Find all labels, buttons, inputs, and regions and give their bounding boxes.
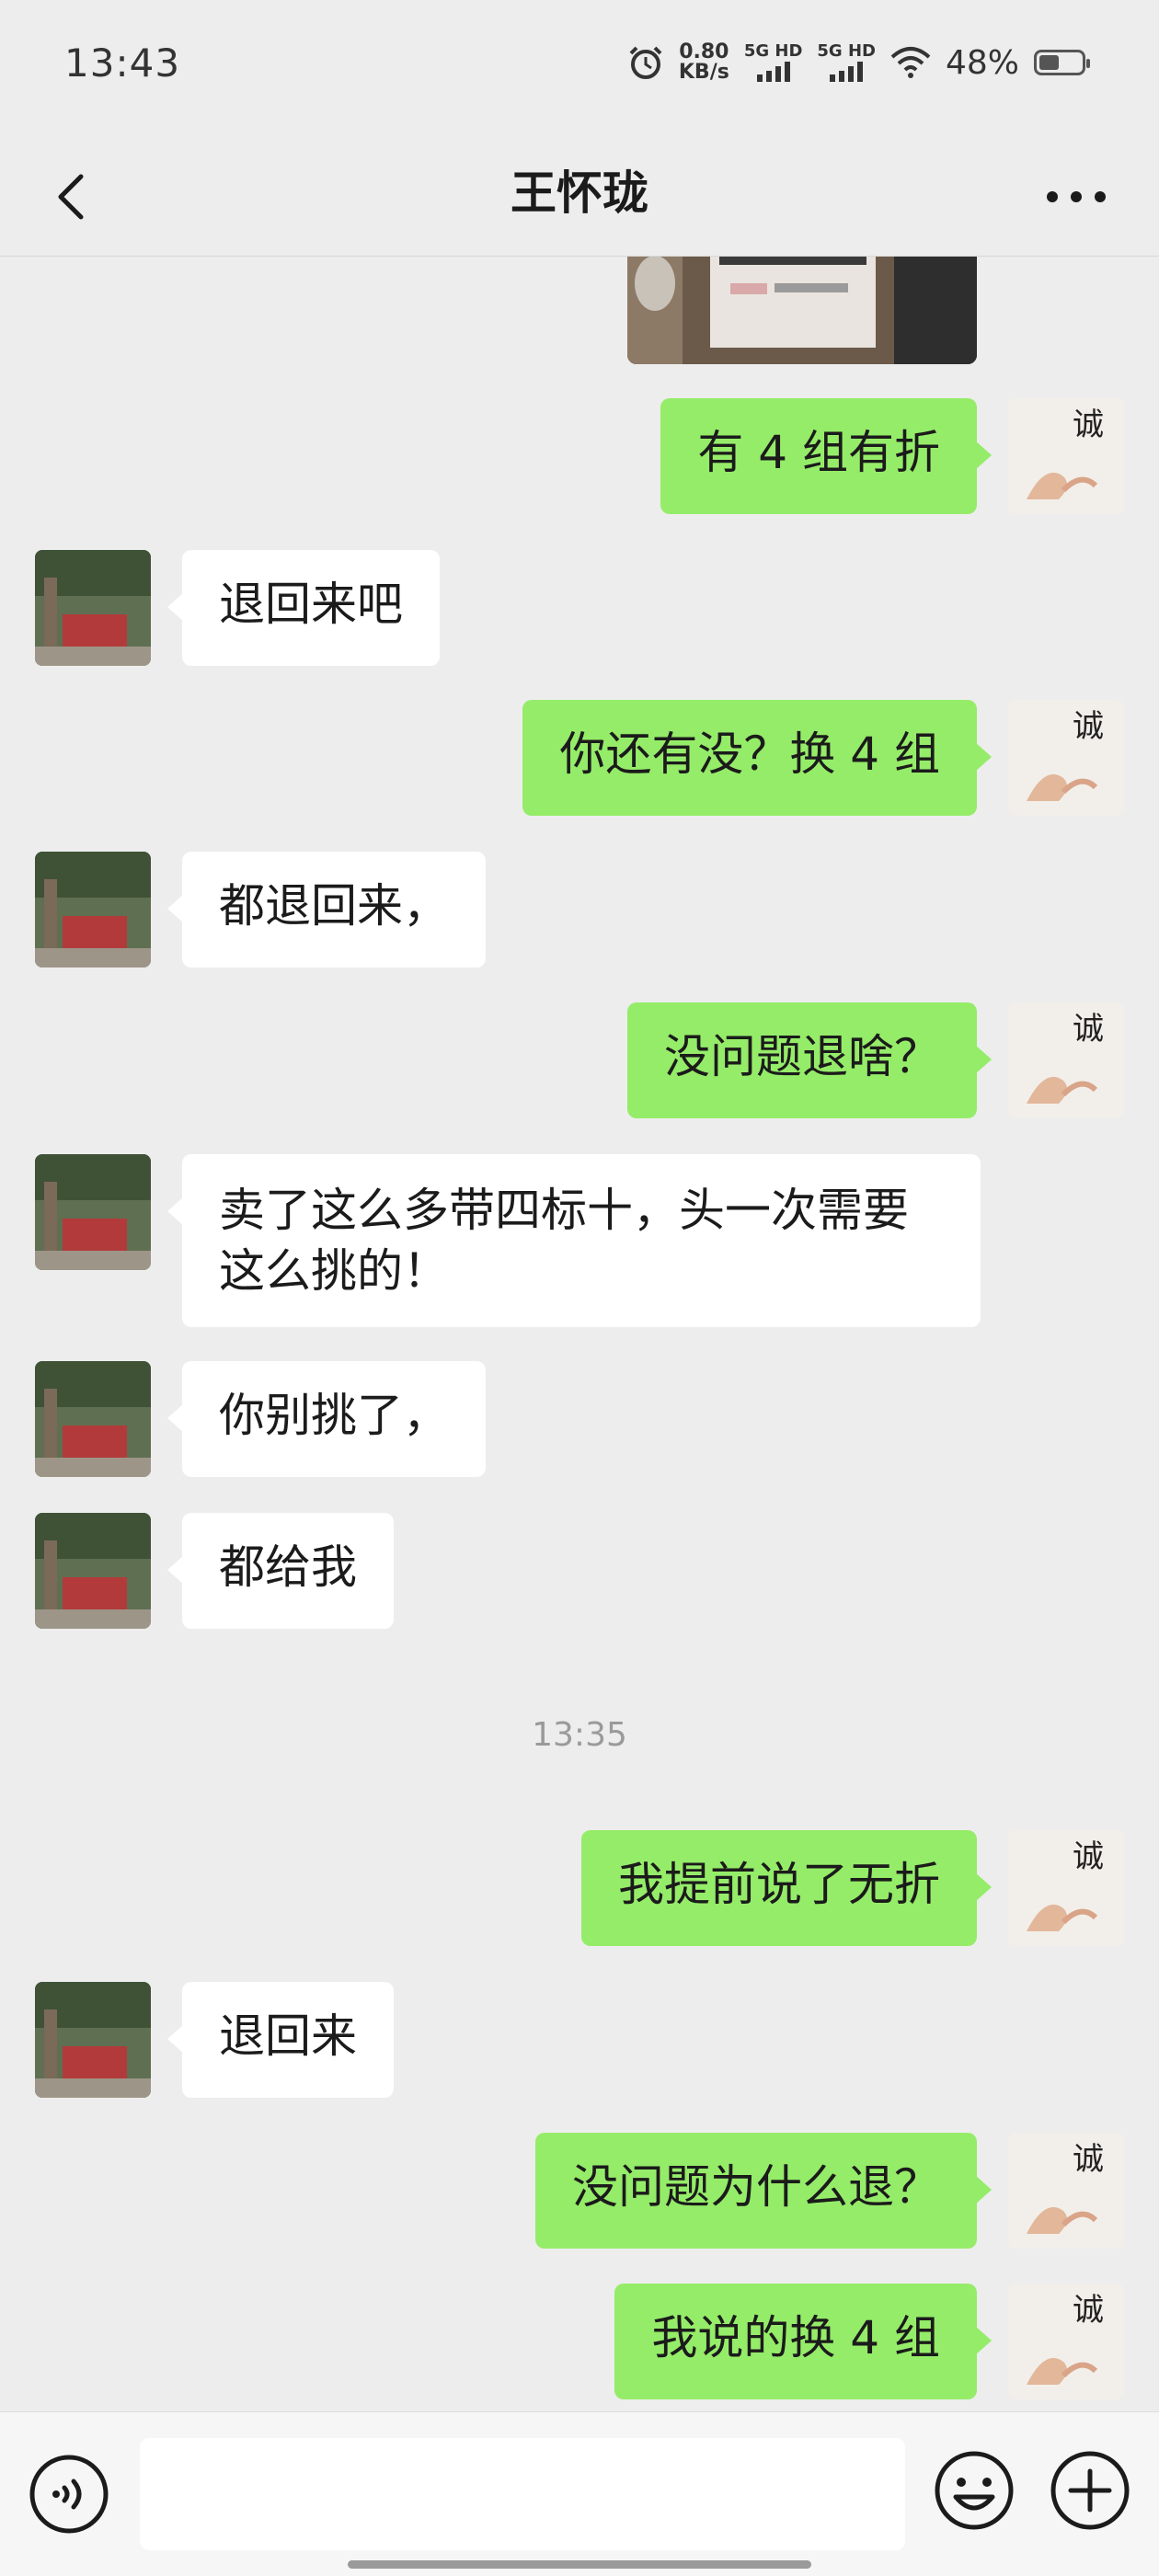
message-timestamp: 13:35 [532, 1716, 627, 1754]
battery-icon [1034, 50, 1090, 75]
message-bubble-outgoing[interactable]: 我提前说了无折 [581, 1830, 992, 1946]
svg-text:诚: 诚 [1073, 406, 1104, 443]
wifi-icon [890, 47, 931, 78]
message-input[interactable] [140, 2438, 905, 2550]
chat-title: 王怀珑 [511, 166, 648, 220]
message-bubble-incoming[interactable]: 你别挑了， [167, 1361, 486, 1477]
home-indicator[interactable] [348, 2560, 811, 2569]
message-bubble-outgoing[interactable]: 我说的换 4 组 [614, 2284, 992, 2399]
svg-text:诚: 诚 [1073, 2292, 1104, 2329]
message-bubble-outgoing[interactable]: 没问题退啥？ [627, 1002, 992, 1118]
emoji-icon[interactable] [933, 2449, 1016, 2532]
status-bar: 13:43 0.80 KB/s 5G HD 5G HD 48% [0, 0, 1159, 138]
message-list[interactable]: 有 4 组有折 诚 退回来吧 你还有没？换 4 组 诚 都退回来， 没问题退啥？… [0, 256, 1159, 2411]
avatar-self[interactable]: 诚 [1008, 398, 1124, 514]
svg-text:诚: 诚 [1073, 1011, 1104, 1048]
message-bubble-incoming[interactable]: 退回来 [167, 1982, 394, 2098]
avatar-self[interactable]: 诚 [1008, 700, 1124, 816]
signal-label-1: 5G HD [743, 41, 803, 61]
signal-icon: 5G HD [817, 43, 876, 82]
image-message[interactable] [627, 256, 977, 364]
svg-text:诚: 诚 [1073, 708, 1104, 745]
avatar-contact[interactable] [35, 550, 151, 666]
message-bubble-outgoing[interactable]: 没问题为什么退？ [535, 2133, 992, 2249]
avatar-self[interactable]: 诚 [1008, 1002, 1124, 1118]
avatar-contact[interactable] [35, 852, 151, 967]
message-bubble-incoming[interactable]: 都退回来， [167, 852, 486, 967]
svg-text:诚: 诚 [1073, 2141, 1104, 2178]
network-speed-unit: KB/s [678, 61, 729, 84]
message-bubble-outgoing[interactable]: 你还有没？换 4 组 [522, 700, 992, 816]
network-speed: 0.80 KB/s [679, 42, 729, 83]
avatar-contact[interactable] [35, 1154, 151, 1270]
avatar-self[interactable]: 诚 [1008, 2133, 1124, 2249]
signal-icon: 5G HD [743, 41, 803, 82]
plus-icon[interactable] [1049, 2449, 1131, 2532]
message-bubble-incoming[interactable]: 卖了这么多带四标十，头一次需要这么挑的！ [167, 1154, 981, 1327]
svg-text:诚: 诚 [1073, 1838, 1104, 1875]
message-bubble-incoming[interactable]: 都给我 [167, 1513, 394, 1629]
battery-percent: 48% [945, 43, 1019, 82]
avatar-self[interactable]: 诚 [1008, 2284, 1124, 2399]
network-speed-value: 0.80 [679, 40, 729, 63]
input-bar [0, 2411, 1159, 2576]
alarm-icon [629, 46, 662, 79]
avatar-self[interactable]: 诚 [1008, 1830, 1124, 1946]
status-time: 13:43 [64, 40, 181, 86]
status-icons: 0.80 KB/s 5G HD 5G HD 48% [627, 41, 1090, 83]
avatar-contact[interactable] [35, 1513, 151, 1629]
signal-label-2: 5G HD [817, 41, 876, 61]
chat-header: 王怀珑 [0, 138, 1159, 257]
avatar-contact[interactable] [35, 1982, 151, 2098]
avatar-contact[interactable] [35, 1361, 151, 1477]
message-bubble-incoming[interactable]: 退回来吧 [167, 550, 440, 666]
message-bubble-outgoing[interactable]: 有 4 组有折 [660, 398, 992, 514]
voice-icon[interactable] [28, 2453, 110, 2536]
more-dots-icon[interactable] [1030, 160, 1122, 234]
